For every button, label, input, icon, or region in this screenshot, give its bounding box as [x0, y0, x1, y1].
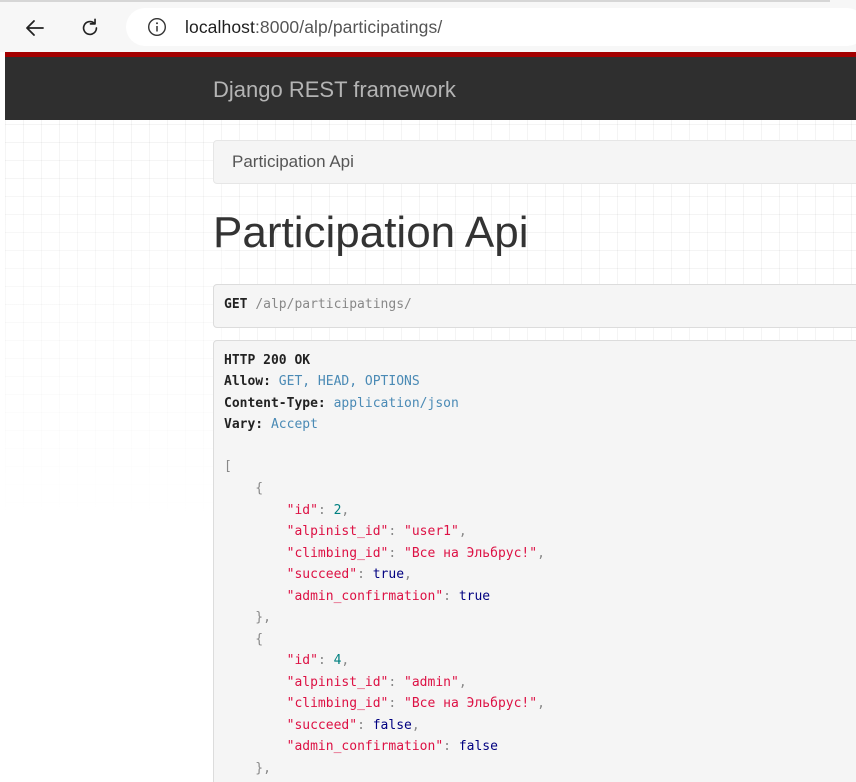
json-key: "admin_confirmation": [286, 589, 444, 604]
json-line: "alpinist_id": "user1",: [286, 524, 467, 539]
header-name: Vary:: [224, 417, 264, 432]
json-line: "succeed": true,: [286, 567, 412, 582]
json-value: "user1": [404, 524, 459, 539]
json-key: "succeed": [286, 567, 358, 582]
navbar: Django REST framework: [5, 52, 856, 120]
page-viewport: Django REST framework Participation Api …: [5, 52, 856, 782]
json-close-brace: },: [224, 610, 271, 625]
reload-button[interactable]: [72, 10, 108, 46]
json-line: "climbing_id": "Все на Эльбрус!",: [286, 546, 545, 561]
header-name: Allow:: [224, 374, 271, 389]
reload-icon: [82, 18, 98, 36]
header-name: Content-Type:: [224, 396, 326, 411]
json-line: "succeed": false,: [286, 718, 420, 733]
arrow-left-icon: [26, 20, 44, 36]
breadcrumb: Participation Api: [213, 140, 856, 184]
request-path: /alp/participatings/: [255, 297, 412, 312]
breadcrumb-item[interactable]: Participation Api: [232, 152, 354, 172]
json-key: "climbing_id": [286, 546, 389, 561]
header-value: Accept: [270, 417, 318, 432]
background-fade: [5, 120, 225, 782]
json-line: "climbing_id": "Все на Эльбрус!",: [286, 696, 545, 711]
back-button[interactable]: [17, 10, 53, 46]
json-value: "Все на Эльбрус!": [404, 696, 538, 711]
response-info: HTTP 200 OK Allow: GET, HEAD, OPTIONS Co…: [213, 340, 856, 782]
response-header: Allow: GET, HEAD, OPTIONS: [224, 374, 420, 389]
header-value: application/json: [333, 396, 459, 411]
json-open-brace: {: [224, 481, 264, 496]
json-key: "id": [286, 503, 318, 518]
json-value: true: [372, 567, 405, 582]
brand-link[interactable]: Django REST framework: [213, 77, 456, 103]
json-line: "admin_confirmation": false: [286, 739, 498, 754]
window-top-border: [0, 0, 830, 2]
request-method: GET: [224, 297, 248, 312]
url-host: localhost: [185, 16, 255, 37]
json-open-bracket: [: [224, 459, 232, 474]
json-line: "alpinist_id": "admin",: [286, 675, 467, 690]
info-icon[interactable]: [146, 16, 168, 38]
page-title: Participation Api: [213, 208, 529, 257]
url-text[interactable]: localhost:8000/alp/participatings/: [185, 17, 442, 38]
response-status: HTTP 200 OK: [224, 353, 311, 368]
response-header: Vary: Accept: [224, 417, 318, 432]
json-value: false: [372, 718, 412, 733]
json-value: true: [458, 589, 491, 604]
json-key: "alpinist_id": [286, 675, 389, 690]
json-key: "admin_confirmation": [286, 739, 444, 754]
json-key: "alpinist_id": [286, 524, 389, 539]
browser-toolbar: localhost:8000/alp/participatings/: [0, 0, 856, 52]
header-value: GET, HEAD, OPTIONS: [278, 374, 420, 389]
json-key: "succeed": [286, 718, 358, 733]
json-close-brace: },: [224, 761, 271, 776]
response-header: Content-Type: application/json: [224, 396, 459, 411]
address-bar[interactable]: localhost:8000/alp/participatings/: [126, 8, 856, 46]
json-value: "admin": [404, 675, 459, 690]
json-value: false: [458, 739, 498, 754]
json-value: "Все на Эльбрус!": [404, 546, 538, 561]
json-open-brace: {: [224, 632, 264, 647]
url-path: :8000/alp/participatings/: [254, 16, 443, 37]
json-key: "id": [286, 653, 318, 668]
request-line: GET /alp/participatings/: [224, 297, 412, 312]
request-info: GET /alp/participatings/: [213, 284, 856, 328]
json-key: "climbing_id": [286, 696, 389, 711]
json-line: "id": 4,: [286, 653, 350, 668]
json-line: "admin_confirmation": true: [286, 589, 491, 604]
json-line: "id": 2,: [286, 503, 350, 518]
